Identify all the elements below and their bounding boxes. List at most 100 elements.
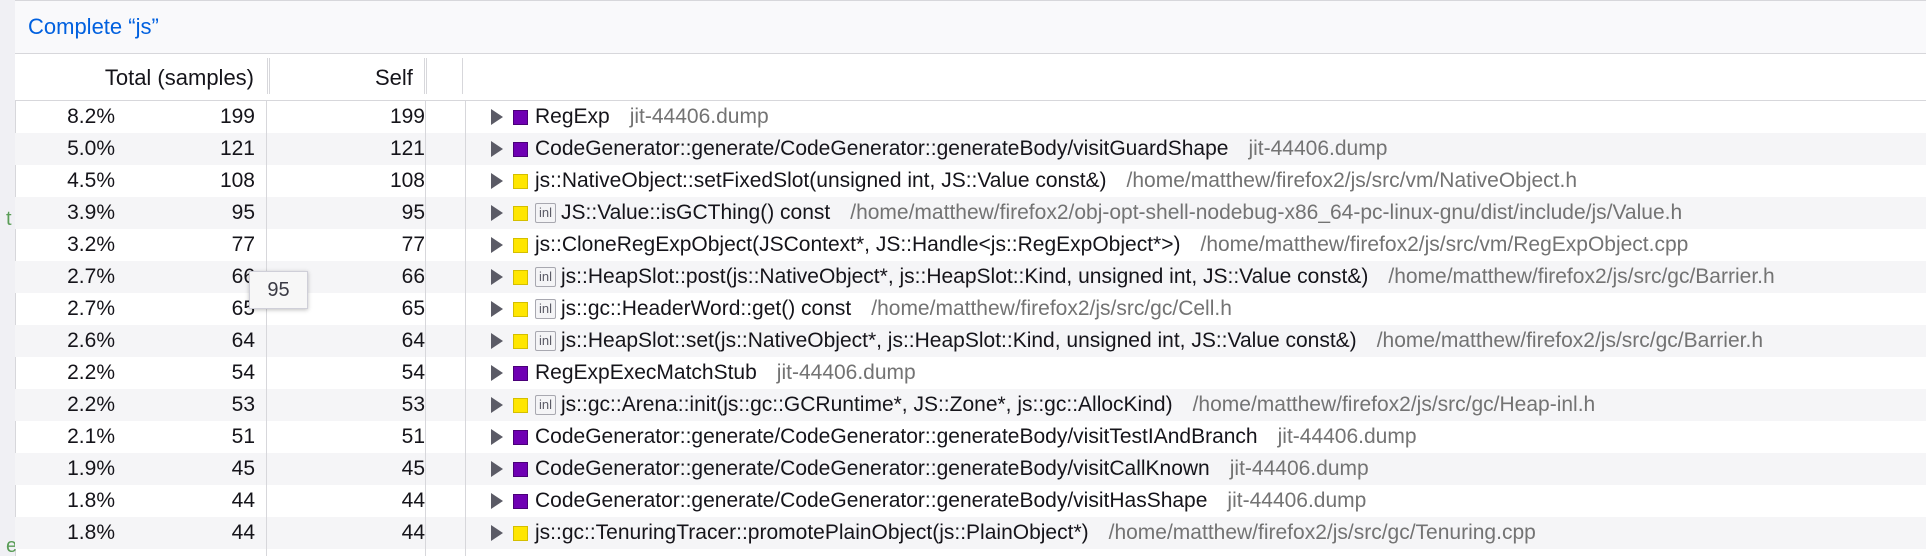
function-origin: /home/matthew/firefox2/js/src/vm/NativeO…	[1126, 169, 1578, 192]
total-samples: 51	[231, 425, 255, 448]
cpp-category-swatch-icon	[513, 333, 528, 349]
function-origin: /home/matthew/firefox2/js/src/gc/Tenurin…	[1108, 521, 1536, 544]
expand-triangle-icon[interactable]	[491, 493, 503, 509]
call-tree-row[interactable]: 8.2% 199 199 RegExp jit-44406.dump	[15, 101, 1926, 133]
function-node: js::gc::TenuringTracer::promotePlainObje…	[491, 521, 1536, 545]
expand-triangle-icon[interactable]	[491, 525, 503, 541]
total-percent: 2.2%	[67, 393, 115, 416]
function-origin: jit-44406.dump	[1248, 137, 1388, 160]
inline-badge: inl	[535, 267, 557, 287]
column-resizer-self[interactable]	[424, 58, 427, 94]
call-tree-row[interactable]: 2.1% 51 51 CodeGenerator::generate/CodeGene…	[15, 421, 1926, 453]
function-node: js::NativeObject::setFixedSlot(unsigned …	[491, 169, 1577, 193]
cpp-category-swatch-icon	[513, 269, 528, 285]
self-samples: 65	[401, 297, 425, 320]
total-samples: 65	[231, 297, 255, 320]
call-tree-row[interactable]: 2.2% 53 53 inl js::gc::Arena::init(js::gc::G…	[15, 389, 1926, 421]
call-tree-row[interactable]: 2.2% 54 54 RegExpExecMatchStub jit-44406.dum…	[15, 357, 1926, 389]
call-tree-row[interactable]: 1.9% 45 45 CodeGenerator::generate/CodeGene…	[15, 453, 1926, 485]
total-percent: 3.2%	[67, 233, 115, 256]
expand-triangle-icon[interactable]	[491, 173, 503, 189]
inline-badge: inl	[535, 203, 557, 223]
total-samples: 121	[219, 137, 255, 160]
call-tree-row[interactable]: 1.8% 44 44 CodeGenerator::generate/CodeGene…	[15, 485, 1926, 517]
breadcrumb-item-complete[interactable]: Complete “js”	[28, 14, 159, 40]
jit-category-swatch-icon	[513, 109, 528, 125]
cpp-category-swatch-icon	[513, 173, 528, 189]
function-name: js::gc::Arena::init(js::gc::GCRuntime*, …	[561, 393, 1173, 416]
function-origin: jit-44406.dump	[1277, 425, 1417, 448]
hover-tooltip: 95	[249, 271, 308, 309]
self-samples: 53	[401, 393, 425, 416]
expand-triangle-icon[interactable]	[491, 333, 503, 349]
function-node: js::CloneRegExpObject(JSContext*, JS::Ha…	[491, 233, 1688, 257]
function-name: CodeGenerator::generate/CodeGenerator::g…	[535, 137, 1229, 160]
function-name: js::NativeObject::setFixedSlot(unsigned …	[535, 169, 1107, 192]
jit-category-swatch-icon	[513, 493, 528, 509]
call-tree-row[interactable]: 5.0% 121 121 CodeGenerator::generate/CodeGe…	[15, 133, 1926, 165]
total-samples: 66	[231, 265, 255, 288]
total-percent: 1.8%	[67, 489, 115, 512]
function-node: CodeGenerator::generate/CodeGenerator::g…	[491, 489, 1366, 513]
total-samples: 95	[231, 201, 255, 224]
total-samples: 77	[231, 233, 255, 256]
function-node: inl js::HeapSlot::set(js::NativeObject*, …	[491, 329, 1763, 353]
function-name: RegExpExecMatchStub	[535, 361, 757, 384]
expand-triangle-icon[interactable]	[491, 365, 503, 381]
header-total-samples[interactable]: Total (samples)	[105, 65, 254, 91]
self-samples: 51	[401, 425, 425, 448]
divider-self-tree	[425, 101, 426, 556]
call-tree-row[interactable]: 2.6% 64 64 inl js::HeapSlot::set(js::NativeO…	[15, 325, 1926, 357]
self-samples: 121	[389, 137, 425, 160]
expand-triangle-icon[interactable]	[491, 397, 503, 413]
total-samples: 53	[231, 393, 255, 416]
jit-category-swatch-icon	[513, 429, 528, 445]
column-resizer-total[interactable]	[267, 58, 270, 94]
self-samples: 64	[401, 329, 425, 352]
cpp-category-swatch-icon	[513, 397, 528, 413]
total-percent: 8.2%	[67, 105, 115, 128]
function-origin: jit-44406.dump	[1229, 457, 1369, 480]
expand-triangle-icon[interactable]	[491, 237, 503, 253]
function-node: inl js::gc::Arena::init(js::gc::GCRuntime…	[491, 393, 1595, 417]
inline-badge: inl	[535, 395, 557, 415]
cpp-category-swatch-icon	[513, 301, 528, 317]
total-samples: 44	[231, 521, 255, 544]
left-gutter: t e	[0, 0, 17, 557]
expand-triangle-icon[interactable]	[491, 109, 503, 125]
call-tree-row[interactable]: 3.9% 95 95 inl JS::Value::isGCThing() const /…	[15, 197, 1926, 229]
total-samples: 45	[231, 457, 255, 480]
total-percent: 2.6%	[67, 329, 115, 352]
function-name: CodeGenerator::generate/CodeGenerator::g…	[535, 425, 1258, 448]
cpp-category-swatch-icon	[513, 205, 528, 221]
call-tree-panel: Complete “js” Total (samples) Self 8.2% 1…	[15, 0, 1926, 556]
function-name: CodeGenerator::generate/CodeGenerator::g…	[535, 489, 1208, 512]
total-percent: 2.2%	[67, 361, 115, 384]
expand-triangle-icon[interactable]	[491, 429, 503, 445]
header-self[interactable]: Self	[375, 65, 413, 91]
function-origin: jit-44406.dump	[1227, 489, 1367, 512]
total-samples: 199	[219, 105, 255, 128]
expand-triangle-icon[interactable]	[491, 141, 503, 157]
call-tree-row[interactable]: 4.5% 108 108 js::NativeObject::setFixedSlot…	[15, 165, 1926, 197]
function-node: RegExp jit-44406.dump	[491, 105, 769, 129]
function-name: JS::Value::isGCThing() const	[561, 201, 831, 224]
function-origin: /home/matthew/firefox2/js/src/vm/RegExpO…	[1200, 233, 1689, 256]
call-tree-row[interactable]: 1.8% 44 44 js::gc::TenuringTracer::promoteP…	[15, 517, 1926, 549]
expand-triangle-icon[interactable]	[491, 461, 503, 477]
function-name: js::gc::TenuringTracer::promotePlainObje…	[535, 521, 1089, 544]
expand-triangle-icon[interactable]	[491, 205, 503, 221]
function-origin: /home/matthew/firefox2/js/src/gc/Heap-in…	[1192, 393, 1596, 416]
inline-badge: inl	[535, 299, 557, 319]
self-samples: 95	[401, 201, 425, 224]
total-samples: 64	[231, 329, 255, 352]
function-name: CodeGenerator::generate/CodeGenerator::g…	[535, 457, 1210, 480]
cpp-category-swatch-icon	[513, 237, 528, 253]
self-samples: 44	[401, 521, 425, 544]
jit-category-swatch-icon	[513, 365, 528, 381]
function-node: inl JS::Value::isGCThing() const/home/mat…	[491, 201, 1682, 225]
self-samples: 77	[401, 233, 425, 256]
call-tree-row[interactable]: 3.2% 77 77 js::CloneRegExpObject(JSContext*…	[15, 229, 1926, 261]
expand-triangle-icon[interactable]	[491, 269, 503, 285]
expand-triangle-icon[interactable]	[491, 301, 503, 317]
